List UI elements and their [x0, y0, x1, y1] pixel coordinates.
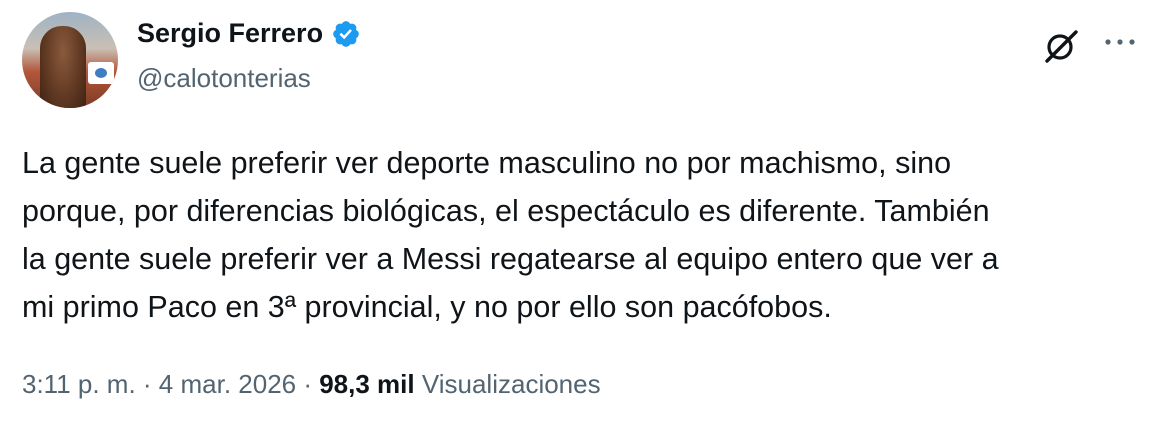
tweet-date[interactable]: 4 mar. 2026	[159, 369, 296, 399]
views-label: Visualizaciones	[421, 369, 601, 399]
author-display-name[interactable]: Sergio Ferrero	[137, 18, 323, 49]
meta-separator: ·	[296, 369, 320, 399]
more-options-icon[interactable]	[1100, 30, 1140, 54]
avatar[interactable]	[22, 12, 118, 108]
grok-icon[interactable]	[1043, 28, 1079, 64]
tweet-metadata: 3:11 p. m. · 4 mar. 2026 · 98,3 mil Visu…	[22, 369, 601, 400]
tweet-text: La gente suele preferir ver deporte masc…	[22, 146, 999, 324]
avatar-person	[40, 26, 86, 108]
avatar-background-sign	[88, 62, 114, 84]
author-handle[interactable]: @calotonterias	[137, 63, 311, 94]
author-name-row: Sergio Ferrero	[137, 18, 361, 49]
views-count: 98,3 mil	[319, 369, 415, 399]
meta-separator: ·	[135, 369, 159, 399]
tweet-card: Sergio Ferrero @calotonterias La gente s…	[0, 0, 1158, 428]
verified-badge-icon[interactable]	[331, 19, 361, 49]
tweet-time[interactable]: 3:11 p. m.	[22, 369, 136, 399]
